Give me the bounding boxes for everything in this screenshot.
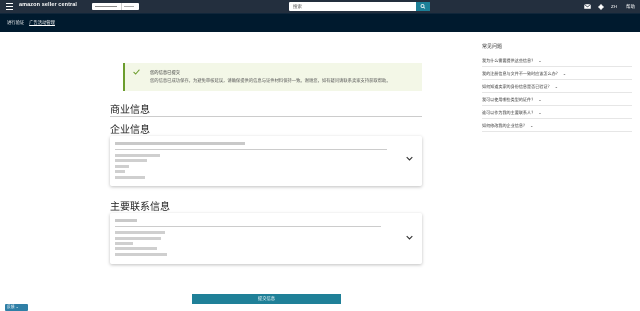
chevron-down-icon[interactable]	[406, 235, 413, 240]
faq-item-label: 我为什么需要提供这些信息？	[482, 58, 536, 63]
faq-title: 常见问题	[482, 44, 503, 50]
company-info-card[interactable]	[110, 136, 422, 186]
marketplace-redacted	[122, 3, 139, 10]
contact-info-heading: 主要联系信息	[110, 202, 170, 213]
success-alert: 您的信息已提交 您的信息已成功保存。为避免审核延误，请确保提供的信息与证件材料保…	[123, 63, 422, 91]
card-divider	[115, 149, 387, 150]
redacted-line	[115, 231, 165, 234]
faq-panel: 常见问题 我为什么需要提供这些信息？ ⌄ 我的注册信息与文件不一致时应该怎么办？ ⌄…	[482, 43, 632, 132]
chevron-down-icon: ⌄	[554, 84, 559, 89]
breadcrumb-item-verification[interactable]: 进行验证	[7, 20, 24, 26]
redacted-line	[115, 176, 145, 179]
gear-icon[interactable]	[598, 3, 604, 10]
chevron-down-icon: ⌄	[538, 110, 542, 115]
faq-item-label: 谁可以作为我的主要联系人？	[482, 110, 536, 115]
faq-item-label: 如何知道卖家的身份信息是否已验证？	[482, 84, 552, 89]
language-selector[interactable]: ZH	[611, 4, 617, 9]
search-icon	[420, 4, 426, 9]
business-info-heading: 商业信息	[110, 105, 150, 116]
faq-item-label: 如何修改我的企业信息？	[482, 123, 528, 128]
breadcrumb-item-ads[interactable]: 广告活动管理	[29, 20, 55, 26]
redacted-line	[115, 159, 147, 162]
redacted-line	[115, 142, 245, 145]
search-input[interactable]	[289, 2, 416, 11]
chevron-down-icon: ⌄	[538, 97, 542, 102]
faq-item[interactable]: 如何知道卖家的身份信息是否已验证？ ⌄	[482, 80, 632, 93]
redacted-line	[115, 219, 137, 222]
search-button[interactable]	[416, 2, 430, 11]
redacted-line	[115, 247, 157, 250]
redacted-line	[115, 237, 161, 240]
section-divider	[110, 116, 422, 117]
redacted-line	[115, 253, 167, 256]
secondary-navigation-bar: 进行验证 广告活动管理	[0, 13, 640, 32]
submit-button[interactable]: 提交信息	[192, 294, 341, 304]
feedback-label: 反馈	[7, 305, 15, 309]
chevron-down-icon: ⌄	[562, 71, 567, 76]
top-navigation-bar: amazon seller central ZH 帮助	[0, 0, 640, 13]
menu-icon[interactable]	[6, 3, 13, 10]
chevron-down-icon[interactable]	[406, 156, 413, 161]
card-divider	[115, 226, 381, 227]
breadcrumb: 进行验证 广告活动管理	[7, 20, 55, 26]
faq-item[interactable]: 谁可以作为我的主要联系人？ ⌄	[482, 106, 632, 119]
faq-item[interactable]: 如何修改我的企业信息？ ⌄	[482, 119, 632, 132]
faq-item[interactable]: 我为什么需要提供这些信息？ ⌄	[482, 54, 632, 67]
feedback-button[interactable]: 反馈 ⌄	[5, 304, 28, 311]
store-name-redacted	[92, 3, 122, 10]
faq-item[interactable]: 我可以使用哪些类型的证件？ ⌄	[482, 93, 632, 106]
contact-info-card[interactable]	[110, 213, 422, 264]
alert-title: 您的信息已提交	[150, 70, 181, 75]
redacted-line	[115, 165, 129, 168]
mail-icon[interactable]	[584, 4, 591, 9]
alert-body: 您的信息已成功保存。为避免审核延误，请确保提供的信息与证件材料保持一致。谢谢您，…	[150, 78, 391, 83]
redacted-line	[115, 154, 160, 157]
redacted-line	[115, 170, 125, 173]
redacted-line	[115, 242, 133, 245]
brand-logo[interactable]: amazon seller central	[19, 2, 77, 8]
faq-item-label: 我的注册信息与文件不一致时应该怎么办？	[482, 71, 560, 76]
search-box	[289, 2, 430, 11]
faq-item-label: 我可以使用哪些类型的证件？	[482, 97, 536, 102]
chevron-down-icon: ⌄	[538, 58, 542, 63]
store-selector[interactable]	[92, 3, 139, 10]
company-info-heading: 企业信息	[110, 125, 150, 136]
help-link[interactable]: 帮助	[626, 4, 635, 10]
check-icon	[133, 69, 140, 75]
faq-item[interactable]: 我的注册信息与文件不一致时应该怎么办？ ⌄	[482, 67, 632, 80]
chevron-down-icon: ⌄	[530, 123, 534, 128]
